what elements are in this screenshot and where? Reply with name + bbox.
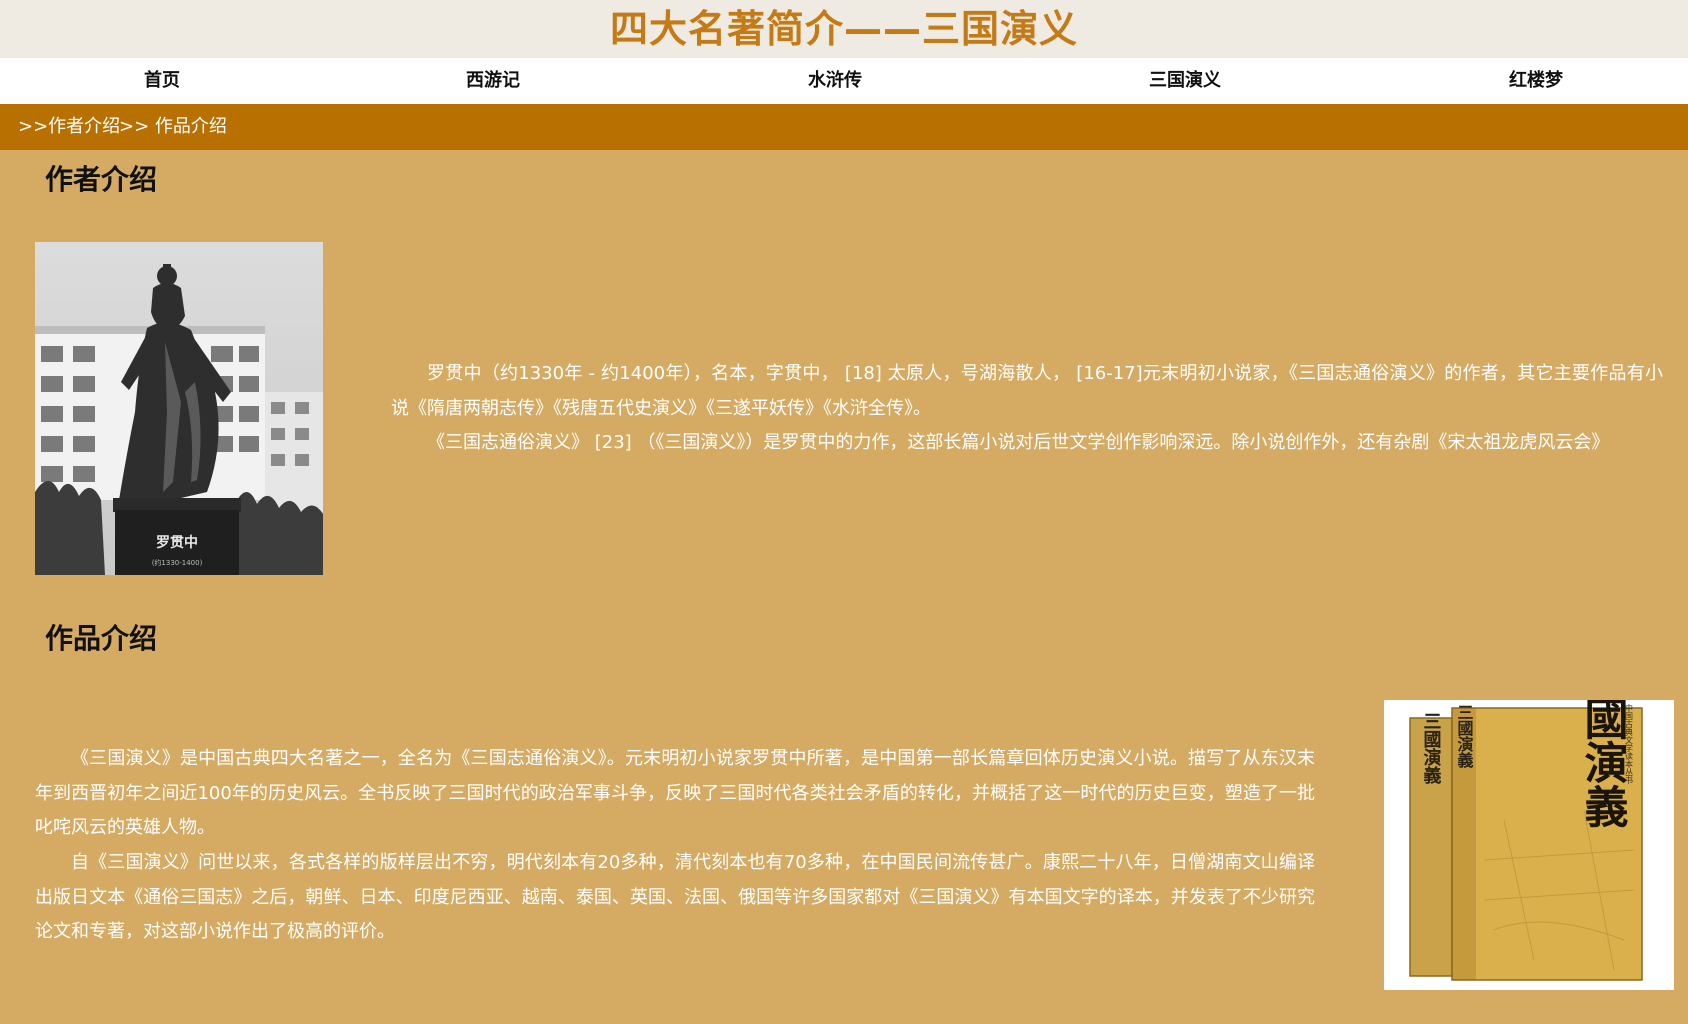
breadcrumb: >>作者介绍 >> 作品介绍 [0,104,1688,150]
works-section-heading: 作品介绍 [45,622,158,655]
book-inner-spine-title: 三國演義 [1455,704,1474,769]
author-statue-photo: 罗贯中 (约1330-1400) [35,242,323,575]
statue-plaque-name: 罗贯中 [156,534,198,551]
book-series-label: 中国古典文学读本丛书 [1625,703,1634,785]
author-paragraph-2: 《三国志通俗演义》 [23] （《三国演义》）是罗贯中的力作，这部长篇小说对后世… [427,432,1610,453]
statue-plaque-dates: (约1330-1400) [152,558,203,567]
book-spine-title: 三國演義 [1421,712,1442,785]
works-paragraph-2: 自《三国演义》问世以来，各式各样的版样层出不穷，明代刻本有20多种，清代刻本也有… [35,852,1315,942]
page-title: 四大名著简介——三国演义 [609,7,1078,51]
nav-item-home[interactable]: 首页 [62,58,262,104]
author-section-heading: 作者介绍 [45,163,158,196]
works-paragraph-1: 《三国演义》是中国古典四大名著之一，全名为《三国志通俗演义》。元末明初小说家罗贯… [35,748,1315,838]
title-bar: 四大名著简介——三国演义 [0,0,1688,58]
nav-item-three-kingdoms[interactable]: 三国演义 [1085,58,1285,104]
book-cover-photo: 三國演義 三國演義 三國演義 中国古典文学读本丛书 [1384,700,1674,990]
nav-item-journey-west[interactable]: 西游记 [393,58,593,104]
author-paragraph-1: 罗贯中（约1330年 - 约1400年），名本，字贯中， [18] 太原人，号湖… [391,363,1663,419]
anchor-link-author[interactable]: >>作者介绍 [18,104,120,150]
main-nav: 首页 西游记 水浒传 三国演义 红楼梦 [0,58,1688,104]
anchor-link-works[interactable]: >> 作品介绍 [119,104,227,150]
book-cover-title: 三國演義 [1577,700,1629,828]
nav-item-water-margin[interactable]: 水浒传 [735,58,935,104]
nav-item-red-chamber[interactable]: 红楼梦 [1436,58,1636,104]
